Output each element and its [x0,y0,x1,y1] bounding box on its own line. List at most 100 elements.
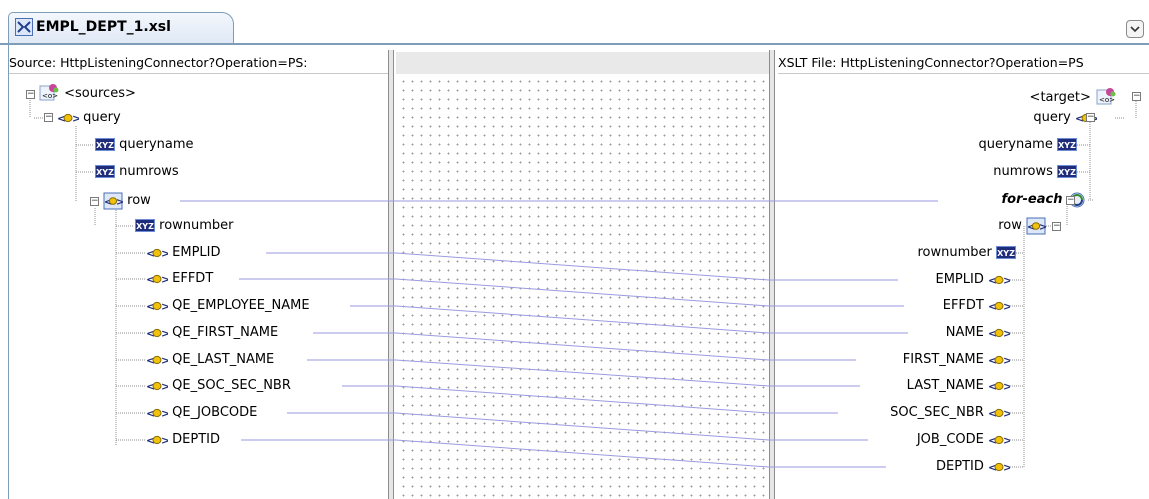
node-label: EFFDT [172,271,214,286]
target-node-soc-sec-nbr[interactable]: SOC_SEC_NBR < > [890,403,1010,423]
target-node-emplid[interactable]: EMPLID < > [936,270,1011,290]
node-label: row [998,218,1022,233]
element-icon: <> [988,407,1010,419]
node-label: queryname [978,137,1053,152]
repeating-element-icon: < > [1026,217,1046,234]
node-label: QE_FIRST_NAME [172,325,279,340]
target-node-numrows[interactable]: numrows XYZ [993,162,1077,182]
svg-text:>: > [1003,327,1010,339]
node-label: LAST_NAME [906,378,984,393]
svg-text:>: > [1003,434,1010,446]
svg-text:>: > [161,407,168,419]
node-label: rownumber [159,218,234,233]
svg-text:<o>: <o> [1099,96,1115,104]
target-node-row[interactable]: row < > [998,216,1046,236]
schema-root-icon: <o> [1096,88,1116,105]
element-icon: <> [146,380,168,392]
target-node-last-name[interactable]: LAST_NAME < > [907,376,1010,396]
element-icon: <> [988,434,1010,446]
source-node-queryname[interactable]: XYZ queryname [95,135,194,155]
svg-text:>: > [1003,300,1010,312]
element-icon: <> [146,247,168,259]
leaf-xyz-icon: XYZ [1057,138,1077,151]
node-label: query [83,110,121,125]
target-node-first-name[interactable]: FIRST_NAME < > [903,350,1010,370]
source-node-rownumber[interactable]: XYZ rownumber [135,216,234,236]
element-icon: < > [57,112,79,124]
source-node-employee-name[interactable]: < > QE_EMPLOYEE_NAME [146,296,310,316]
leaf-xyz-icon: XYZ [135,219,155,232]
node-label: numrows [993,164,1053,179]
svg-text:>: > [161,300,168,312]
element-icon: <> [146,434,168,446]
element-icon: <> [988,354,1010,366]
node-label: EFFDT [942,298,984,313]
source-node-last-name[interactable]: < > QE_LAST_NAME [146,350,274,370]
svg-text:>: > [1003,274,1010,286]
source-node-first-name[interactable]: < > QE_FIRST_NAME [146,323,278,343]
source-node-jobcode[interactable]: < > QE_JOBCODE [146,403,257,423]
collapse-sources-toggle[interactable]: − [26,90,35,99]
node-label: DEPTID [936,459,984,474]
node-label: QE_LAST_NAME [172,352,275,367]
source-node-emplid[interactable]: < > EMPLID [146,243,221,263]
element-icon: <> [146,273,168,285]
svg-text:>: > [161,434,168,446]
element-icon: <> [146,327,168,339]
source-node-soc-sec-nbr[interactable]: < > QE_SOC_SEC_NBR [146,376,291,396]
node-label: JOB_CODE [916,432,984,447]
element-icon: <> [146,354,168,366]
element-icon: <> [988,327,1010,339]
leaf-xyz-icon: XYZ [95,138,115,151]
svg-text:>: > [1003,461,1010,473]
node-label: QE_SOC_SEC_NBR [172,378,291,393]
node-label: NAME [945,325,984,340]
element-icon: <> [988,274,1010,286]
target-node-job-code[interactable]: JOB_CODE < > [917,430,1010,450]
node-label: EMPLID [935,272,984,287]
node-label: SOC_SEC_NBR [890,405,984,420]
node-label: DEPTID [172,432,220,447]
target-node-target[interactable]: <target> <o> [1030,87,1117,107]
element-icon: <> [146,300,168,312]
source-node-query[interactable]: < > query [57,108,121,128]
node-label: <sources> [64,85,136,101]
node-label: QE_JOBCODE [172,405,258,420]
svg-text:>: > [161,380,168,392]
target-node-name[interactable]: NAME < > [946,323,1010,343]
svg-text:>: > [1003,407,1010,419]
leaf-xyz-icon: XYZ [1057,165,1077,178]
source-node-row[interactable]: < > row [103,191,151,211]
collapse-row-toggle[interactable]: − [90,197,99,206]
element-icon: <> [988,380,1010,392]
leaf-xyz-icon: XYZ [996,246,1016,259]
source-node-sources[interactable]: <o> <sources> [38,83,136,103]
svg-text:>: > [1003,380,1010,392]
collapse-target-toggle[interactable]: − [1132,92,1141,101]
source-node-deptid[interactable]: < > DEPTID [146,430,220,450]
svg-text:>: > [1039,222,1046,233]
source-node-effdt[interactable]: < > EFFDT [146,269,213,289]
leaf-xyz-icon: XYZ [95,165,115,178]
node-label: QE_EMPLOYEE_NAME [172,298,310,313]
collapse-query-toggle[interactable]: − [44,113,53,122]
collapse-target-query-toggle[interactable]: − [1086,113,1095,122]
target-tree-connectors [1010,101,1137,468]
node-label: <target> [1029,89,1091,105]
target-node-rownumber[interactable]: rownumber XYZ [917,243,1016,263]
collapse-target-row-toggle[interactable]: − [1052,222,1061,231]
repeating-element-icon: < > [103,192,123,209]
target-node-deptid[interactable]: DEPTID < > [936,457,1010,477]
node-label: FIRST_NAME [902,352,984,367]
target-node-queryname[interactable]: queryname XYZ [978,135,1077,155]
collapse-for-each-toggle[interactable]: − [1066,196,1075,205]
source-node-numrows[interactable]: XYZ numrows [95,162,179,182]
svg-text:>: > [72,112,79,124]
node-label: numrows [119,164,179,179]
node-label: row [127,193,151,208]
target-node-effdt[interactable]: EFFDT < > [943,296,1010,316]
node-label: for-each [1001,192,1063,207]
element-icon: <> [146,407,168,419]
mapping-links [180,200,938,468]
svg-text:>: > [161,327,168,339]
